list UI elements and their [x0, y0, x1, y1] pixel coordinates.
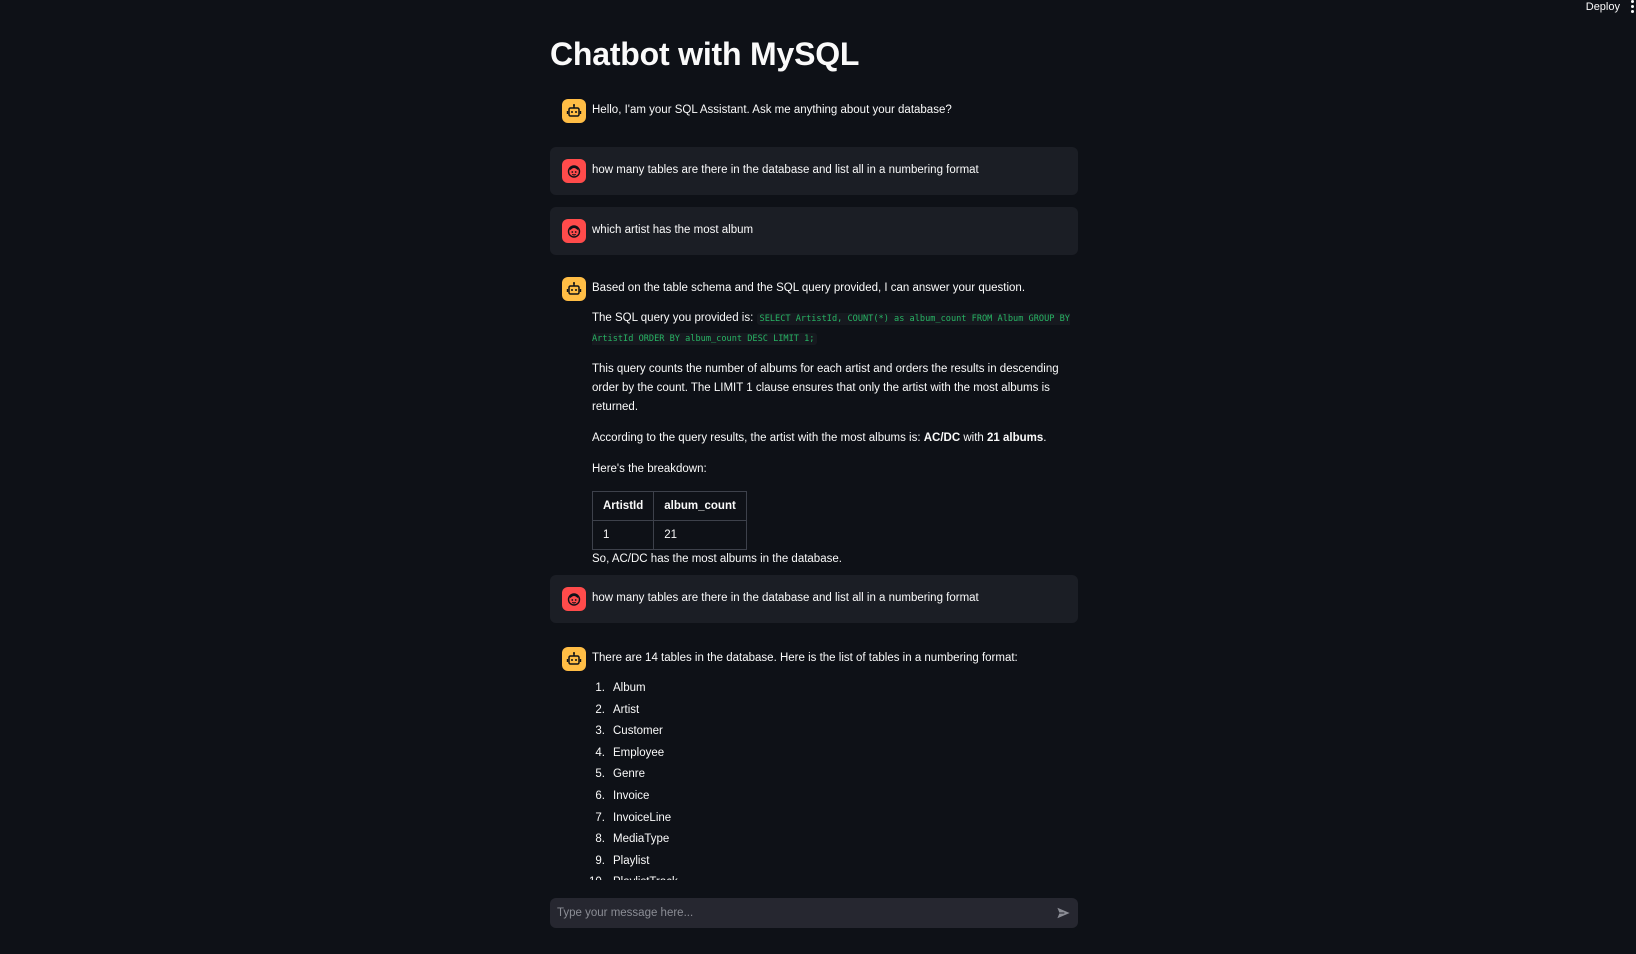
table-name: Employee: [613, 746, 665, 759]
table-header-cell: ArtistId: [591, 491, 655, 521]
chat-message-assistant: There are 14 tables in the database. Her…: [550, 636, 1078, 896]
table-name: Customer: [613, 725, 663, 738]
message-text: This query counts the number of albums f…: [592, 363, 1059, 413]
page-title: Chatbot with MySQL: [550, 36, 860, 72]
table-cell: 21: [653, 520, 747, 550]
table-header-row: ArtistId album_count: [591, 491, 747, 521]
table-name: Playlist: [613, 854, 650, 867]
chat-message-assistant: Based on the table schema and the SQL qu…: [550, 268, 1078, 565]
list-number: 5.: [595, 768, 605, 781]
table-name: Genre: [613, 768, 645, 781]
result-with: with: [963, 432, 984, 444]
result-prefix: According to the query results, the arti…: [592, 432, 921, 444]
list-item: 2. Artist: [592, 700, 1076, 722]
message-text: Hello, I'am your SQL Assistant. Ask me a…: [592, 104, 952, 116]
more-options-icon[interactable]: [1631, 0, 1634, 13]
breakdown-label: Here's the breakdown:: [592, 463, 707, 475]
user-face-icon: [562, 219, 586, 243]
result-artist: AC/DC: [923, 432, 961, 444]
message-text: which artist has the most album: [592, 224, 754, 236]
list-number: 3.: [595, 725, 605, 738]
table-name: InvoiceLine: [613, 811, 672, 824]
query-paragraph: The SQL query you provided is: SELECT Ar…: [592, 309, 1076, 349]
chat-message-assistant: Hello, I'am your SQL Assistant. Ask me a…: [550, 92, 1078, 128]
list-number: 7.: [595, 811, 605, 824]
list-item: 4. Employee: [592, 743, 1076, 765]
table-name: MediaType: [613, 833, 670, 846]
message-text: There are 14 tables in the database. Her…: [592, 652, 1018, 664]
list-item: 8. MediaType: [592, 829, 1076, 851]
chat-message-user: how many tables are there in the databas…: [550, 575, 1078, 623]
chat-input-container: [550, 898, 1078, 928]
message-text: Based on the table schema and the SQL qu…: [592, 282, 1026, 294]
query-prefix: The SQL query you provided is:: [592, 312, 754, 324]
list-number: 9.: [595, 854, 605, 867]
message-text: So, AC/DC has the most albums in the dat…: [592, 553, 842, 565]
robot-icon: [562, 277, 586, 301]
list-item: 9. Playlist: [592, 851, 1076, 873]
list-number: 4.: [595, 746, 605, 759]
table-name: Album: [613, 682, 646, 694]
deploy-button[interactable]: Deploy: [1586, 1, 1620, 13]
chat-message-user: which artist has the most album: [550, 207, 1078, 255]
list-item: 3. Customer: [592, 721, 1076, 743]
list-number: 8.: [595, 833, 605, 846]
table-name: Artist: [613, 703, 640, 716]
table-row: 1 21: [591, 520, 747, 550]
list-number: 6.: [595, 789, 605, 802]
top-toolbar: Deploy: [1586, 0, 1636, 14]
robot-icon: [562, 99, 586, 123]
list-item: 5. Genre: [592, 764, 1076, 786]
list-number: 1.: [595, 682, 605, 694]
chat-message-user: how many tables are there in the databas…: [550, 147, 1078, 195]
message-text: how many tables are there in the databas…: [592, 592, 979, 604]
list-item: 7. InvoiceLine: [592, 808, 1076, 830]
table-header-cell: album_count: [653, 491, 747, 521]
list-number: 2.: [595, 703, 605, 716]
result-end: .: [1043, 432, 1047, 444]
user-face-icon: [562, 159, 586, 183]
message-text: how many tables are there in the databas…: [592, 164, 979, 176]
user-face-icon: [562, 587, 586, 611]
send-icon[interactable]: [1048, 898, 1078, 928]
result-count: 21 albums: [987, 432, 1044, 444]
robot-icon: [562, 647, 586, 671]
result-paragraph: According to the query results, the arti…: [592, 429, 1076, 448]
table-name: Invoice: [613, 789, 650, 802]
tables-list: 1. Album 2. Artist 3. Customer 4. Employee 5. Gen…: [589, 678, 1076, 894]
list-item: 1. Album: [592, 678, 1076, 700]
results-table: ArtistId album_count 1 21: [591, 491, 747, 550]
list-item: 6. Invoice: [592, 786, 1076, 808]
chat-input[interactable]: [550, 898, 1048, 928]
table-cell: 1: [591, 520, 655, 550]
